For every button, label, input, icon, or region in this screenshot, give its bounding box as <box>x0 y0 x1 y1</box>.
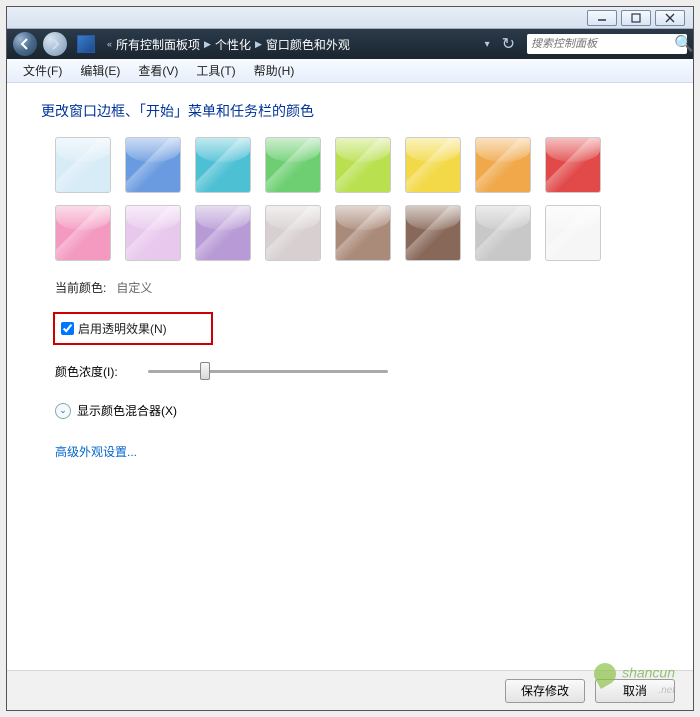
navigation-bar: « 所有控制面板项 ▶ 个性化 ▶ 窗口颜色和外观 ▾ ↻ 🔍 <box>7 29 693 59</box>
back-button[interactable] <box>13 32 37 56</box>
menu-view[interactable]: 查看(V) <box>130 60 186 81</box>
forward-button[interactable] <box>43 32 67 56</box>
slider-thumb[interactable] <box>200 362 210 380</box>
advanced-appearance-link[interactable]: 高级外观设置... <box>55 445 137 459</box>
color-swatch[interactable] <box>545 137 601 193</box>
chevron-down-icon: ⌄ <box>55 403 71 419</box>
current-color-row: 当前颜色: 自定义 <box>55 279 659 296</box>
mixer-label: 显示颜色混合器(X) <box>77 402 177 419</box>
color-mixer-toggle[interactable]: ⌄ 显示颜色混合器(X) <box>55 402 659 419</box>
search-box[interactable]: 🔍 <box>527 34 687 54</box>
intensity-slider[interactable] <box>148 370 388 373</box>
breadcrumb-dropdown-icon[interactable]: ▾ <box>485 39 490 50</box>
breadcrumb-item[interactable]: 个性化 <box>215 36 251 53</box>
minimize-button[interactable] <box>587 10 617 26</box>
transparency-highlight: 启用透明效果(N) <box>53 312 213 345</box>
chevron-right-icon: ▶ <box>255 39 262 50</box>
control-panel-icon <box>77 35 95 53</box>
footer-bar: 保存修改 取消 <box>7 670 693 710</box>
color-swatch[interactable] <box>125 205 181 261</box>
color-swatch-grid <box>55 137 659 261</box>
chevron-right-icon: ▶ <box>204 39 211 50</box>
close-button[interactable] <box>655 10 685 26</box>
color-swatch[interactable] <box>475 205 531 261</box>
color-swatch[interactable] <box>195 137 251 193</box>
breadcrumb: « 所有控制面板项 ▶ 个性化 ▶ 窗口颜色和外观 <box>107 36 473 53</box>
search-icon[interactable]: 🔍 <box>674 34 694 54</box>
intensity-label: 颜色浓度(I): <box>55 363 118 380</box>
control-panel-window: « 所有控制面板项 ▶ 个性化 ▶ 窗口颜色和外观 ▾ ↻ 🔍 文件(F) 编辑… <box>6 6 694 711</box>
color-swatch[interactable] <box>55 137 111 193</box>
color-swatch[interactable] <box>545 205 601 261</box>
color-swatch[interactable] <box>265 137 321 193</box>
color-swatch[interactable] <box>55 205 111 261</box>
intensity-row: 颜色浓度(I): <box>55 363 659 380</box>
current-color-value: 自定义 <box>116 279 152 296</box>
menu-edit[interactable]: 编辑(E) <box>72 60 128 81</box>
color-swatch[interactable] <box>125 137 181 193</box>
color-swatch[interactable] <box>405 205 461 261</box>
color-swatch[interactable] <box>265 205 321 261</box>
refresh-icon[interactable]: ↻ <box>502 34 515 54</box>
chevron-left-icon: « <box>107 39 112 49</box>
search-input[interactable] <box>531 38 674 50</box>
menu-tools[interactable]: 工具(T) <box>188 60 243 81</box>
transparency-label[interactable]: 启用透明效果(N) <box>78 320 167 337</box>
titlebar <box>7 7 693 29</box>
color-swatch[interactable] <box>195 205 251 261</box>
save-button[interactable]: 保存修改 <box>505 679 585 703</box>
menu-file[interactable]: 文件(F) <box>15 60 70 81</box>
menu-help[interactable]: 帮助(H) <box>246 60 303 81</box>
color-swatch[interactable] <box>335 137 391 193</box>
color-swatch[interactable] <box>405 137 461 193</box>
page-title: 更改窗口边框、「开始」菜单和任务栏的颜色 <box>41 101 659 121</box>
color-swatch[interactable] <box>335 205 391 261</box>
menu-bar: 文件(F) 编辑(E) 查看(V) 工具(T) 帮助(H) <box>7 59 693 83</box>
breadcrumb-item[interactable]: 窗口颜色和外观 <box>266 36 350 53</box>
maximize-button[interactable] <box>621 10 651 26</box>
breadcrumb-item[interactable]: 所有控制面板项 <box>116 36 200 53</box>
color-swatch[interactable] <box>475 137 531 193</box>
current-color-label: 当前颜色: <box>55 279 106 296</box>
transparency-checkbox[interactable] <box>61 322 74 335</box>
content-area: 更改窗口边框、「开始」菜单和任务栏的颜色 当前颜色: 自定义 启用透明效果(N)… <box>7 83 693 670</box>
cancel-button[interactable]: 取消 <box>595 679 675 703</box>
